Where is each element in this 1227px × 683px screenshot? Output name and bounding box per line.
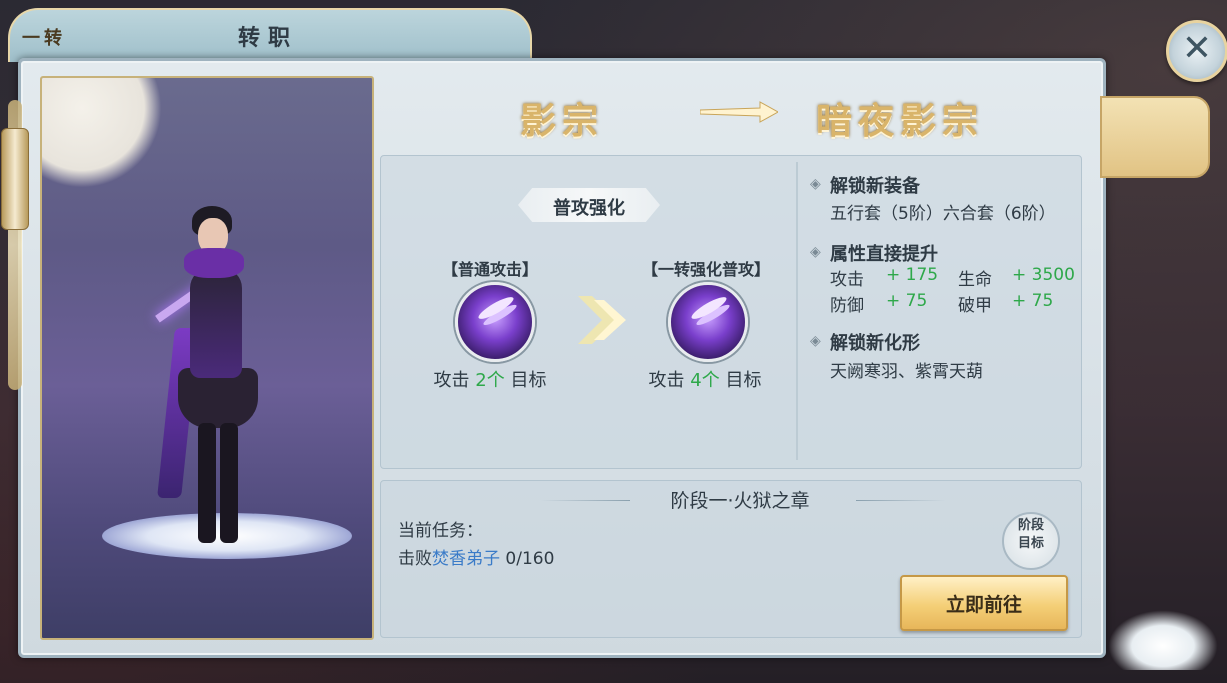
skill-before-targets: 攻击 2个 目标	[420, 366, 560, 392]
diamond-bullet-icon: ◈	[810, 244, 821, 260]
class-from: 影宗	[520, 100, 605, 142]
unlock-equipment-text: 五行套（5阶）六合套（6阶）	[830, 204, 1056, 224]
stat-hp-value: + 3500	[1012, 265, 1075, 285]
slash-skill-icon[interactable]	[455, 282, 535, 362]
stat-hp-label: 生命	[958, 270, 992, 290]
unlock-form-heading: 解锁新化形	[830, 333, 920, 354]
target-count: 2个	[475, 370, 505, 391]
current-task-label: 当前任务：	[398, 521, 483, 541]
skill-before-name: 【普通攻击】	[441, 260, 538, 279]
character-portrait	[40, 76, 374, 640]
lotus-decoration	[1108, 610, 1218, 670]
character-torso	[190, 268, 242, 378]
tab-first-advance[interactable]	[1100, 96, 1210, 178]
stage-title: 阶段一·火狱之章	[670, 490, 810, 512]
stat-defense-label: 防御	[830, 296, 864, 316]
window-title: 转职	[238, 25, 299, 51]
stat-pierce-value: + 75	[1012, 291, 1054, 311]
target-count: 4个	[690, 370, 720, 391]
close-button[interactable]: ✕	[1166, 20, 1227, 82]
diamond-bullet-icon: ◈	[810, 176, 821, 192]
attribute-boost-heading: 属性直接提升	[830, 244, 938, 265]
tab-first-advance-label[interactable]: 一转	[22, 24, 66, 50]
character-scarf	[184, 248, 244, 278]
character-model	[155, 188, 272, 548]
target-suffix: 目标	[510, 370, 547, 391]
stat-defense-value: + 75	[886, 291, 928, 311]
moon-decoration	[42, 78, 162, 188]
unlock-equipment-heading: 解锁新装备	[830, 176, 920, 197]
panel-divider	[796, 162, 798, 460]
go-now-button-label[interactable]: 立即前往	[900, 590, 1068, 617]
diamond-bullet-icon: ◈	[810, 333, 821, 349]
target-prefix: 攻击	[433, 370, 470, 391]
character-leg-right	[220, 423, 238, 543]
target-suffix: 目标	[725, 370, 762, 391]
stat-attack-label: 攻击	[830, 270, 864, 290]
task-progress: 0/160	[505, 549, 555, 569]
task-desc-prefix: 击败	[398, 549, 432, 569]
stage-divider-right	[856, 500, 946, 501]
skill-upgrade-tag: 普攻强化	[553, 198, 625, 219]
chevron-right-icon	[578, 296, 626, 344]
skill-after-targets: 攻击 4个 目标	[630, 366, 780, 392]
target-prefix: 攻击	[648, 370, 685, 391]
close-icon[interactable]: ✕	[1169, 29, 1225, 69]
unlock-form-text: 天阙寒羽、紫霄天葫	[830, 362, 983, 382]
stat-pierce-label: 破甲	[958, 296, 992, 316]
task-target-link[interactable]: 焚香弟子	[432, 549, 500, 569]
arrow-right-icon	[700, 101, 778, 123]
stat-attack-value: + 175	[886, 265, 939, 285]
character-leg-left	[198, 423, 216, 543]
task-description: 击败焚香弟子 0/160	[398, 544, 554, 569]
skill-after-name: 【一转强化普攻】	[641, 260, 770, 279]
enhanced-slash-skill-icon[interactable]	[668, 282, 748, 362]
stage-goal-label-text[interactable]: 阶段 目标	[1018, 518, 1044, 551]
left-scroll-handle	[1, 128, 29, 230]
stage-goal-label[interactable]: 阶段 目标	[1002, 517, 1060, 553]
class-to: 暗夜影宗	[816, 100, 985, 142]
stage-divider-left	[540, 500, 630, 501]
